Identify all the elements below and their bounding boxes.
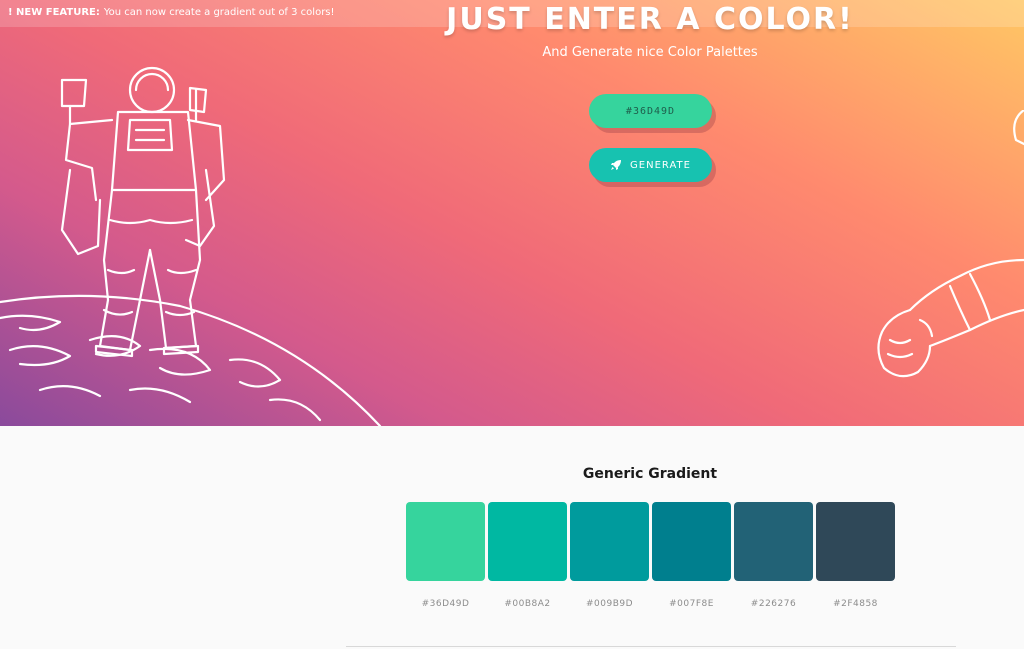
- palette-title: Generic Gradient: [582, 466, 718, 482]
- banner-text: ! NEW FEATURE: You can now create a gradi…: [8, 7, 335, 18]
- astronaut-on-planet-illustration: [0, 66, 382, 426]
- swatch-6[interactable]: [816, 502, 895, 581]
- color-input[interactable]: [589, 94, 712, 128]
- palette-swatches: #36D49D #00B8A2 #009B9D #007F8E #226276 …: [406, 502, 896, 622]
- banner-label: ! NEW FEATURE:: [8, 7, 100, 18]
- swatch-3[interactable]: [570, 502, 649, 581]
- banner-message: You can now create a gradient out of 3 c…: [103, 7, 335, 18]
- hero-subline: And Generate nice Color Palettes: [542, 45, 758, 60]
- swatch-label: #36D49D: [421, 599, 470, 609]
- rocket-icon: [611, 160, 622, 170]
- swatch-label: #00B8A2: [504, 599, 551, 609]
- swatch-2[interactable]: [488, 502, 567, 581]
- generate-label: GENERATE: [630, 159, 691, 171]
- hero-headline: JUST ENTER A COLOR!: [446, 2, 854, 37]
- swatch-label: #2F4858: [833, 599, 878, 609]
- section-divider: [346, 646, 956, 647]
- swatch-label: #226276: [750, 599, 797, 609]
- swatch-1[interactable]: [406, 502, 485, 581]
- swatch-5[interactable]: [734, 502, 813, 581]
- swatch-4[interactable]: [652, 502, 731, 581]
- generate-button[interactable]: GENERATE: [589, 148, 712, 182]
- astronaut-arm-illustration: [877, 110, 1024, 378]
- hero-section: ! NEW FEATURE: You can now create a gradi…: [0, 0, 1024, 426]
- swatch-label: #009B9D: [585, 599, 634, 609]
- swatch-label: #007F8E: [669, 599, 714, 609]
